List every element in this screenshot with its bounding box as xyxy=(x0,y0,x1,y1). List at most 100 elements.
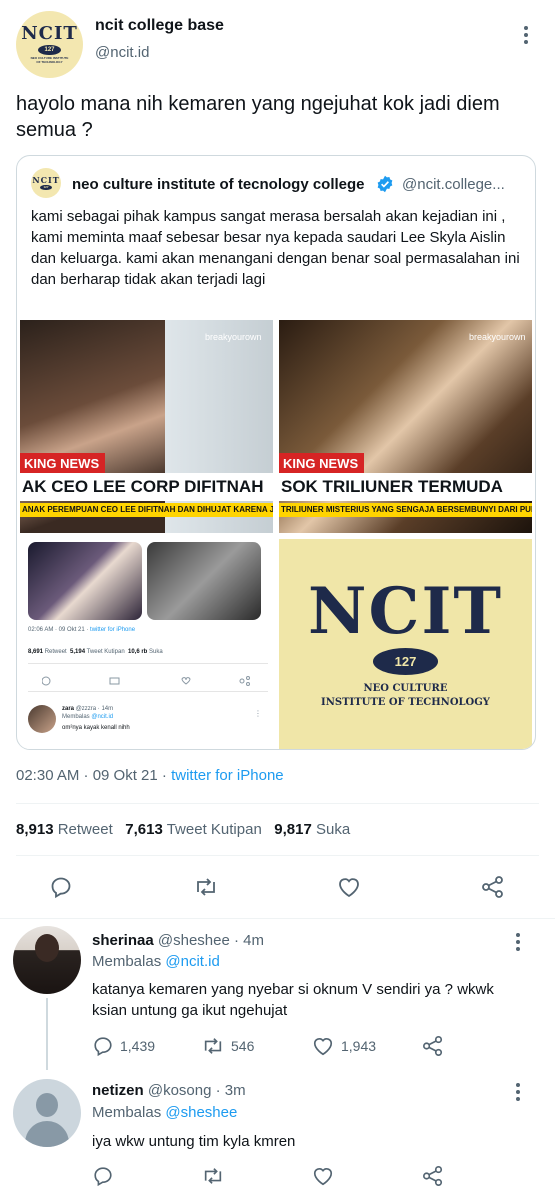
main-display-name[interactable]: ncit college base xyxy=(95,17,224,35)
retweet-button[interactable] xyxy=(193,875,219,899)
retweet-icon xyxy=(204,1168,222,1184)
ticker-left: ANAK PEREMPUAN CEO LEE DIFITNAH DAN DIHU… xyxy=(20,503,273,517)
reply-button[interactable] xyxy=(49,875,73,899)
quoted-tweet-text: kami sebagai pihak kampus sangat merasa … xyxy=(31,208,520,288)
verified-badge-icon xyxy=(376,175,394,193)
embedded-likes-label: Suka xyxy=(149,649,163,655)
main-likes-label[interactable]: Suka xyxy=(316,821,350,838)
ticker-right: TRILIUNER MISTERIUS YANG SENGAJA BERSEMB… xyxy=(279,503,532,517)
photo-door-left xyxy=(165,320,273,533)
heart-icon xyxy=(313,1038,333,1056)
reply-1-reply-button[interactable]: 1,439 xyxy=(92,1035,155,1057)
divider-2 xyxy=(16,855,539,856)
heart-icon xyxy=(339,878,359,898)
big-logo-line1: NEO CULTURE xyxy=(363,683,448,694)
news-image-left[interactable]: breakyourown KING NEWS AK CEO LEE CORP D… xyxy=(20,320,273,533)
quoted-handle: @ncit.college... xyxy=(402,176,505,193)
main-likes-count[interactable]: 9,817 xyxy=(274,821,312,838)
reply-1-reply-to-label: Membalas xyxy=(92,953,162,970)
reply-2-more-icon[interactable] xyxy=(516,1083,520,1104)
retweet-icon xyxy=(197,878,215,896)
quoted-avatar: NCIT 127 xyxy=(31,168,61,198)
big-logo-line2: INSTITUTE OF TECHNOLOGY xyxy=(321,697,490,708)
reply-icon xyxy=(51,877,71,899)
reply-1-avatar[interactable] xyxy=(13,926,81,994)
reply-1-header: sherinaa @sheshee · 4m xyxy=(92,932,264,949)
embedded-likes: 10,6 rb xyxy=(128,649,148,655)
reply-2-reply-to-label: Membalas xyxy=(92,1104,162,1121)
embedded-reply-to: @ncit.id xyxy=(91,714,114,720)
reply-1-like-button[interactable]: 1,943 xyxy=(311,1035,376,1057)
main-avatar[interactable]: NCIT 127 NEO CULTURE INSTITUTE OF TECHNO… xyxy=(16,11,83,78)
main-timestamp-row: 02:30 AM · 09 Okt 21 · twitter for iPhon… xyxy=(16,767,284,784)
reply-2-share-button[interactable] xyxy=(421,1165,445,1187)
breaking-news-label-left: KING NEWS xyxy=(20,453,106,473)
share-icon xyxy=(423,1036,443,1056)
media-grid[interactable]: breakyourown KING NEWS AK CEO LEE CORP D… xyxy=(20,320,532,749)
avatar-logo-number: 127 xyxy=(38,45,61,56)
reply-2-text: iya wkw untung tim kyla kmren xyxy=(92,1133,296,1150)
reply-2-reply-button[interactable] xyxy=(92,1165,114,1187)
reply-2-retweet-button[interactable] xyxy=(201,1165,225,1187)
embedded-retweets: 8,691 xyxy=(28,649,44,655)
reply-2-avatar[interactable] xyxy=(13,1079,81,1147)
share-icon xyxy=(482,876,503,898)
avatar-logo-word: NCIT xyxy=(21,23,78,45)
embedded-photo-2 xyxy=(147,542,261,620)
reply-icon xyxy=(94,1167,112,1187)
reply-2-like-button[interactable] xyxy=(311,1165,335,1187)
like-button[interactable] xyxy=(336,875,362,899)
divider-3 xyxy=(0,918,555,919)
embedded-retweets-label: Retweet xyxy=(44,649,67,655)
embedded-divider xyxy=(28,663,268,664)
main-stats-row: 8,913 Retweet 7,613 Tweet Kutipan 9,817 … xyxy=(16,821,350,838)
main-source[interactable]: twitter for iPhone xyxy=(171,767,284,784)
share-button[interactable] xyxy=(480,875,506,899)
embedded-quotes-label: Tweet Kutipan xyxy=(86,649,125,655)
embedded-reply-header: zara @zzzra · 14m xyxy=(62,706,113,712)
main-retweets-count[interactable]: 8,913 xyxy=(16,821,54,838)
headline-right: SOK TRILIUNER TERMUDA xyxy=(279,473,532,501)
reply-1-display-name[interactable]: sherinaa xyxy=(92,932,154,949)
main-timestamp: 02:30 AM · 09 Okt 21 · xyxy=(16,767,172,784)
default-user-icon-head xyxy=(36,1093,58,1117)
embedded-timestamp-row: 02:06 AM · 09 Okt 21 · twitter for iPhon… xyxy=(28,627,135,633)
more-options-icon[interactable] xyxy=(524,26,528,47)
reply-2-display-name[interactable]: netizen xyxy=(92,1082,144,1099)
reply-2-header: netizen @kosong · 3m xyxy=(92,1082,246,1099)
reply-1-avatar-head xyxy=(35,934,59,962)
heart-icon xyxy=(313,1168,333,1186)
main-tweet-text: hayolo mana nih kemaren yang ngejuhat ko… xyxy=(16,93,500,141)
main-handle[interactable]: @ncit.id xyxy=(95,44,149,61)
reply-1-likes-count: 1,943 xyxy=(341,1038,377,1054)
main-retweets-label[interactable]: Retweet xyxy=(58,821,113,838)
thread-line xyxy=(46,998,48,1070)
big-logo-number: 127 xyxy=(372,648,439,675)
reply-2-handle[interactable]: @kosong xyxy=(148,1082,212,1099)
reply-2-reply-to-row: Membalas @sheshee xyxy=(92,1104,237,1121)
embedded-reply-name: zara xyxy=(62,706,75,712)
reply-1-reply-to[interactable]: @ncit.id xyxy=(165,953,219,970)
reply-1-handle[interactable]: @sheshee xyxy=(158,932,230,949)
news-image-right[interactable]: breakyourown KING NEWS SOK TRILIUNER TER… xyxy=(279,320,532,533)
embedded-source: twitter for iPhone xyxy=(90,627,136,633)
ncit-logo-image[interactable]: NCIT 127 NEO CULTURE INSTITUTE OF TECHNO… xyxy=(279,539,532,749)
embedded-timestamp: 02:06 AM · 09 Okt 21 · xyxy=(28,627,91,633)
embedded-quotes: 5,194 xyxy=(70,649,86,655)
avatar-logo-sub: NEO CULTURE INSTITUTE OF TECHNOLOGY xyxy=(30,56,69,64)
reply-1-more-icon[interactable] xyxy=(516,933,520,954)
quoted-display-name: neo culture institute of tecnology colle… xyxy=(72,176,365,193)
reply-2-reply-to[interactable]: @sheshee xyxy=(165,1104,237,1121)
main-quotes-count[interactable]: 7,613 xyxy=(125,821,163,838)
main-quotes-label[interactable]: Tweet Kutipan xyxy=(167,821,262,838)
reply-1-replies-count: 1,439 xyxy=(120,1038,156,1054)
headline-left: AK CEO LEE CORP DIFITNAH xyxy=(20,473,273,501)
default-user-icon-body xyxy=(25,1121,69,1147)
reply-2-time: · 3m xyxy=(215,1082,246,1099)
embedded-reply-text: om²nya kayak kenall nihh xyxy=(62,725,130,731)
embedded-tweet-screenshot[interactable]: 02:06 AM · 09 Okt 21 · twitter for iPhon… xyxy=(20,539,273,749)
reply-1-share-button[interactable] xyxy=(421,1035,445,1057)
quoted-tweet-card[interactable]: NCIT 127 neo culture institute of tecnol… xyxy=(16,155,536,750)
reply-icon xyxy=(94,1037,112,1057)
reply-1-retweet-button[interactable]: 546 xyxy=(201,1035,254,1057)
